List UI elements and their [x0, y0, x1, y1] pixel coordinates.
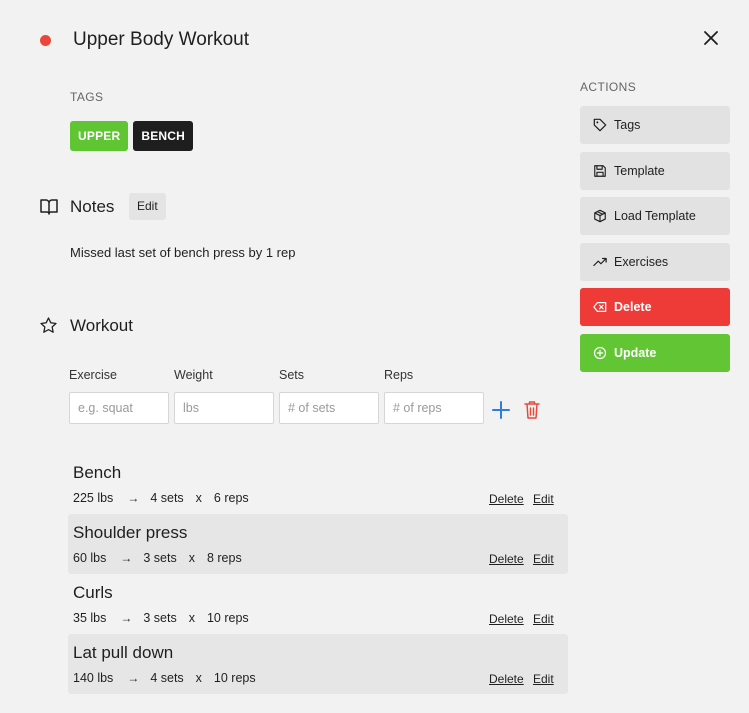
- close-icon[interactable]: [700, 27, 722, 49]
- exercise-name: Lat pull down: [73, 643, 174, 662]
- trash-icon[interactable]: [524, 400, 540, 420]
- exercise-details: 60 lbs → 3 sets x 8 reps: [73, 551, 242, 565]
- add-exercise-plus-icon[interactable]: [491, 400, 511, 420]
- star-icon: [40, 317, 57, 333]
- exercise-details: 35 lbs → 3 sets x 10 reps: [73, 611, 249, 625]
- notes-heading: Notes: [70, 197, 115, 216]
- exercise-field-label: Exercise: [69, 368, 117, 382]
- exercise-name: Shoulder press: [73, 523, 188, 542]
- exercise-weight: 140 lbs: [73, 671, 114, 685]
- exercise-edit-link[interactable]: Edit: [533, 612, 554, 626]
- reps-input[interactable]: [384, 392, 484, 424]
- exercise-delete-link[interactable]: Delete: [489, 672, 524, 686]
- notes-edit-button[interactable]: Edit: [129, 193, 166, 220]
- exercise-reps: 6 reps: [213, 491, 249, 505]
- update-action-label: Update: [614, 345, 657, 360]
- arrow-right-icon: →: [127, 671, 140, 685]
- exercise-edit-link[interactable]: Edit: [533, 672, 554, 686]
- save-icon: [594, 164, 606, 177]
- exercise-input[interactable]: [69, 392, 169, 424]
- page-title: Upper Body Workout: [73, 29, 250, 50]
- exercise-delete-link[interactable]: Delete: [489, 552, 524, 566]
- workout-modal: Upper Body Workout TAGS UPPER BENCH Note…: [0, 0, 749, 713]
- exercise-details: 140 lbs → 4 sets x 10 reps: [73, 671, 256, 685]
- exercise-sets: 3 sets: [143, 551, 177, 565]
- exercise-reps: 10 reps: [206, 611, 249, 625]
- exercise-row: Bench 225 lbs → 4 sets x 6 reps Delete E…: [68, 454, 568, 514]
- exercises-action-button[interactable]: Exercises: [580, 242, 730, 281]
- exercises-action-label: Exercises: [614, 254, 669, 269]
- times-separator: x: [188, 551, 195, 565]
- template-action-label: Template: [614, 163, 665, 178]
- load-template-action-label: Load Template: [614, 209, 696, 223]
- arrow-right-icon: →: [120, 551, 133, 565]
- delete-action-button[interactable]: Delete: [580, 288, 730, 326]
- exercise-row: Curls 35 lbs → 3 sets x 10 reps Delete E…: [68, 574, 568, 634]
- times-separator: x: [188, 611, 195, 625]
- weight-field-label: Weight: [174, 368, 213, 382]
- plus-circle-icon: [593, 346, 607, 359]
- load-template-action-button[interactable]: Load Template: [580, 197, 730, 235]
- update-action-button[interactable]: Update: [580, 333, 730, 372]
- exercise-name: Bench: [73, 463, 122, 482]
- exercise-sets: 4 sets: [150, 491, 184, 505]
- exercise-edit-link[interactable]: Edit: [533, 552, 554, 566]
- tags-section-label: TAGS: [70, 90, 104, 104]
- exercise-list: Bench 225 lbs → 4 sets x 6 reps Delete E…: [68, 454, 568, 694]
- actions-section-label: ACTIONS: [580, 80, 637, 94]
- exercise-sets: 4 sets: [150, 671, 184, 685]
- times-separator: x: [195, 671, 202, 685]
- exercise-details: 225 lbs → 4 sets x 6 reps: [73, 491, 249, 505]
- tags-action-button[interactable]: Tags: [580, 106, 730, 144]
- tag-upper[interactable]: UPPER: [70, 121, 129, 151]
- arrow-right-icon: →: [120, 611, 133, 625]
- exercise-weight: 35 lbs: [73, 611, 107, 625]
- times-separator: x: [195, 491, 202, 505]
- exercise-edit-link[interactable]: Edit: [533, 492, 554, 506]
- trending-up-icon: [593, 257, 607, 266]
- exercise-row: Lat pull down 140 lbs → 4 sets x 10 reps…: [68, 634, 568, 694]
- reps-field-label: Reps: [384, 368, 414, 382]
- book-open-icon: [40, 199, 58, 215]
- tag-icon: [593, 118, 607, 132]
- tag-list: UPPER BENCH: [70, 121, 194, 151]
- exercise-delete-link[interactable]: Delete: [489, 492, 524, 506]
- package-icon: [594, 209, 606, 223]
- weight-input[interactable]: [174, 392, 274, 424]
- delete-action-label: Delete: [614, 300, 652, 314]
- exercise-sets: 3 sets: [143, 611, 177, 625]
- exercise-name: Curls: [73, 583, 113, 602]
- actions-list: Tags Template Load Template Exercises De…: [580, 106, 730, 379]
- exercise-weight: 225 lbs: [73, 491, 114, 505]
- exercise-delete-link[interactable]: Delete: [489, 612, 524, 626]
- notes-text: Missed last set of bench press by 1 rep: [70, 245, 296, 260]
- sets-field-label: Sets: [279, 368, 305, 382]
- template-action-button[interactable]: Template: [580, 151, 730, 190]
- exercise-row: Shoulder press 60 lbs → 3 sets x 8 reps …: [68, 514, 568, 574]
- sets-input[interactable]: [279, 392, 379, 424]
- tags-action-label: Tags: [614, 118, 641, 132]
- workout-heading: Workout: [70, 316, 133, 335]
- arrow-right-icon: →: [127, 491, 140, 505]
- backspace-icon: [593, 302, 607, 312]
- exercise-reps: 8 reps: [206, 551, 242, 565]
- status-dot: [40, 35, 51, 46]
- exercise-reps: 10 reps: [213, 671, 256, 685]
- exercise-weight: 60 lbs: [73, 551, 107, 565]
- tag-bench[interactable]: BENCH: [133, 121, 194, 151]
